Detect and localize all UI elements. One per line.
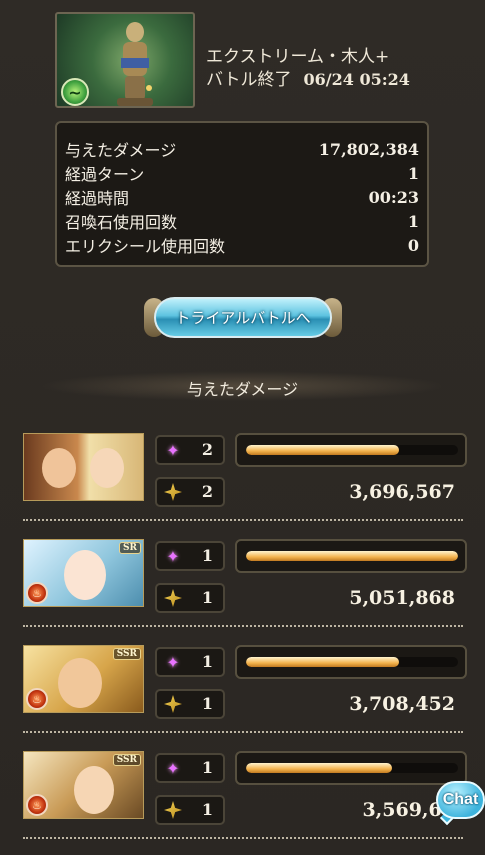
stat-label: エリクシール使用回数: [65, 237, 226, 256]
stat-label: 与えたダメージ: [65, 141, 177, 160]
character-row: SSR ♨ ✦ 1 1 3,708,452: [23, 645, 467, 737]
skill-count-box: ✦ 2: [155, 435, 225, 465]
ougi-count: 1: [201, 800, 213, 819]
ougi-burst-icon: [164, 695, 182, 713]
stat-label: 経過ターン: [65, 165, 145, 184]
damage-bar-fill: [246, 551, 458, 561]
trial-battle-button-label[interactable]: トライアルバトルへ: [154, 297, 332, 338]
character-portrait[interactable]: [23, 433, 144, 501]
skill-count-box: ✦ 1: [155, 541, 225, 571]
character-portrait[interactable]: SSR ♨: [23, 645, 144, 713]
damage-bar: [235, 539, 467, 573]
rarity-badge: SSR: [112, 754, 141, 766]
ougi-count: 1: [201, 588, 213, 607]
ougi-count-box: 1: [155, 583, 225, 613]
ougi-count-box: 1: [155, 795, 225, 825]
stat-row-damage: 与えたダメージ 17,802,384: [65, 137, 419, 161]
skill-sparkle-icon: ✦: [166, 758, 180, 778]
stat-value: 1: [407, 163, 419, 183]
skill-sparkle-icon: ✦: [166, 546, 180, 566]
stat-row-elixirs: エリクシール使用回数 0: [65, 233, 419, 257]
stat-row-time: 経過時間 00:23: [65, 185, 419, 209]
row-divider: [23, 731, 463, 733]
character-portrait[interactable]: SR ♨: [23, 539, 144, 607]
character-damage: 5,051,868: [349, 587, 455, 609]
quest-thumbnail: ~: [55, 12, 195, 108]
character-row: SSR ♨ ✦ 1 1 3,569,60: [23, 751, 467, 843]
stat-value: 17,802,384: [318, 139, 419, 159]
trial-battle-button[interactable]: トライアルバトルへ: [144, 295, 342, 340]
ougi-count-box: 1: [155, 689, 225, 719]
row-divider: [23, 837, 463, 839]
skill-count: 1: [201, 546, 213, 565]
skill-sparkle-icon: ✦: [166, 440, 180, 460]
wind-element-icon: ~: [61, 78, 89, 106]
skill-count: 1: [201, 758, 213, 777]
row-divider: [23, 519, 463, 521]
ougi-burst-icon: [164, 589, 182, 607]
chat-button[interactable]: Chat: [436, 781, 485, 826]
rarity-badge: SSR: [112, 648, 141, 660]
chat-bubble-icon[interactable]: Chat: [436, 781, 485, 819]
ougi-count: 1: [201, 694, 213, 713]
character-row: SR ♨ ✦ 1 1 5,051,868: [23, 539, 467, 631]
damage-bar: [235, 433, 467, 467]
ougi-burst-icon: [164, 483, 182, 501]
skill-count: 2: [201, 440, 213, 459]
fire-element-icon: ♨: [26, 582, 48, 604]
fire-element-icon: ♨: [26, 794, 48, 816]
damage-bar: [235, 751, 467, 785]
skill-count: 1: [201, 652, 213, 671]
stat-row-summons: 召喚石使用回数 1: [65, 209, 419, 233]
skill-count-box: ✦ 1: [155, 753, 225, 783]
quest-status-line: バトル終了 06/24 05:24: [206, 65, 410, 90]
stat-label: 召喚石使用回数: [65, 213, 178, 232]
character-damage: 3,708,452: [349, 693, 455, 715]
damage-bar: [235, 645, 467, 679]
fire-element-icon: ♨: [26, 688, 48, 710]
damage-bar-fill: [246, 657, 399, 667]
section-title: 与えたダメージ: [186, 380, 299, 399]
wooden-dummy-statue-icon: [117, 22, 153, 106]
stat-value: 1: [407, 211, 419, 231]
skill-sparkle-icon: ✦: [166, 652, 180, 672]
stat-value: 0: [407, 235, 419, 255]
ougi-count: 2: [201, 482, 213, 501]
stat-value: 00:23: [368, 187, 419, 207]
ougi-burst-icon: [164, 801, 182, 819]
stat-label: 経過時間: [65, 189, 130, 208]
battle-stats-panel: 与えたダメージ 17,802,384 経過ターン 1 経過時間 00:23 召喚…: [55, 121, 429, 267]
character-portrait[interactable]: SSR ♨: [23, 751, 144, 819]
battle-result-page: ~ エクストリーム・木人+ バトル終了 06/24 05:24 与えたダメージ 1…: [0, 0, 485, 855]
stat-row-turns: 経過ターン 1: [65, 161, 419, 185]
character-row: ✦ 2 2 3,696,567: [23, 433, 467, 525]
skill-count-box: ✦ 1: [155, 647, 225, 677]
character-damage: 3,696,567: [349, 481, 455, 503]
rarity-badge: SR: [119, 542, 141, 554]
row-divider: [23, 625, 463, 627]
damage-bar-fill: [246, 445, 399, 455]
quest-title: エクストリーム・木人+: [206, 47, 390, 67]
battle-status: バトル終了: [206, 70, 292, 90]
ougi-count-box: 2: [155, 477, 225, 507]
damage-bar-fill: [246, 763, 393, 773]
battle-timestamp: 06/24 05:24: [303, 70, 410, 89]
